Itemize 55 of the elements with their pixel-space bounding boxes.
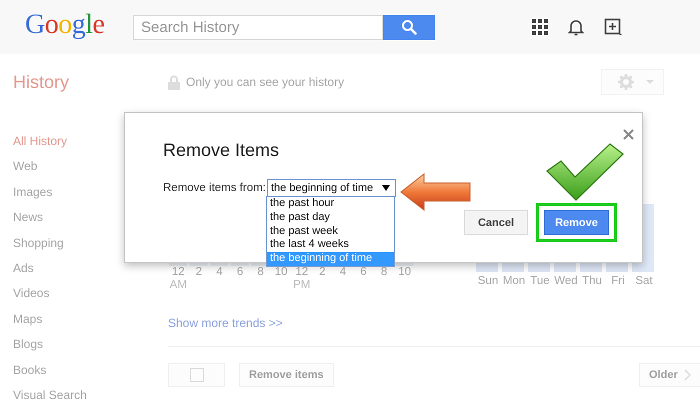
hour-label: 6	[236, 266, 244, 279]
day-label: Tue	[529, 275, 551, 288]
sidebar-item[interactable]: Videos	[0, 281, 168, 307]
search-icon	[401, 19, 417, 35]
hour-label: 10	[274, 266, 288, 279]
add-box-icon[interactable]	[604, 18, 622, 36]
lock-icon	[168, 74, 180, 90]
day-label: Mon	[502, 275, 526, 288]
hour-label: 4	[216, 266, 223, 279]
day-label: Sun	[476, 275, 500, 288]
search-button[interactable]	[383, 14, 435, 40]
dropdown-option[interactable]: the last 4 weeks	[267, 238, 394, 252]
field-label: Remove items from:	[163, 182, 267, 194]
dropdown-option[interactable]: the past day	[267, 210, 394, 225]
day-label: Sat	[634, 275, 654, 288]
remove-button[interactable]: Remove	[544, 210, 609, 235]
hour-label: 2	[196, 266, 202, 279]
dialog-title: Remove Items	[163, 140, 280, 161]
sidebar-item[interactable]: Books	[0, 358, 168, 383]
sidebar-item[interactable]: Ads	[0, 256, 168, 282]
chevron-right-icon	[684, 369, 691, 381]
remove-items-button[interactable]: Remove items	[239, 363, 334, 387]
privacy-note: Only you can see your history	[186, 75, 344, 89]
day-label: Wed	[553, 275, 579, 288]
hour-label: 4	[340, 266, 346, 279]
sidebar-item[interactable]: Visual Search	[0, 382, 168, 408]
hour-label: 8	[380, 266, 388, 279]
day-label: Fri	[610, 275, 626, 288]
dropdown-triangle-icon	[382, 185, 390, 191]
hour-label: 12	[172, 266, 185, 279]
cancel-button[interactable]: Cancel	[464, 210, 528, 235]
dropdown-option[interactable]: the past week	[267, 224, 394, 238]
arrow-left-drawing	[400, 173, 472, 211]
search-field[interactable]: Search History	[133, 14, 383, 40]
hour-label: 8	[257, 266, 264, 279]
hour-label: 12	[295, 266, 308, 279]
close-icon[interactable]	[623, 129, 634, 140]
hour-label: 10	[398, 266, 412, 279]
dropdown-option[interactable]: the beginning of time	[267, 252, 394, 266]
sidebar-item[interactable]: Maps	[0, 306, 168, 332]
settings-icon	[618, 74, 634, 90]
period-label: PM	[293, 279, 310, 292]
hour-label: 2	[319, 266, 326, 279]
day-label: Thu	[581, 275, 603, 288]
sidebar-item[interactable]: Blogs	[0, 332, 168, 358]
show-more-trends-link[interactable]: Show more trends >>	[168, 316, 283, 330]
logo[interactable]: Google	[25, 9, 107, 41]
period-label: AM	[170, 279, 187, 292]
older-button[interactable]: Older	[639, 363, 700, 387]
apps-grid-icon[interactable]	[532, 19, 548, 35]
bell-icon[interactable]	[568, 18, 584, 36]
checkbox[interactable]	[190, 368, 204, 382]
page-title: History	[12, 72, 70, 92]
dropdown-option[interactable]: the past hour	[267, 197, 394, 211]
hour-label: 6	[360, 266, 367, 279]
